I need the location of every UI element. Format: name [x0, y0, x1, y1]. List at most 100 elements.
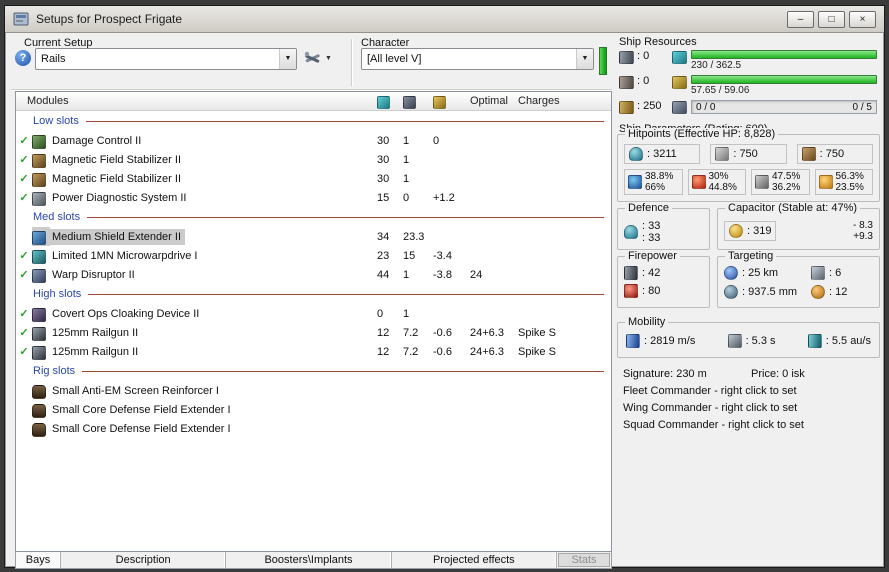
minimize-button[interactable]: – — [787, 10, 814, 28]
module-name: Covert Ops Cloaking Device II — [52, 307, 200, 320]
targeting-box: Targeting : 25 km : 6 : 937.5 mm : 12 — [717, 250, 880, 308]
module-cap: +1.2 — [433, 191, 455, 204]
scan-resolution: : 937.5 mm — [742, 286, 798, 298]
cloaking-device-icon — [32, 307, 46, 322]
shield-extender-icon — [32, 230, 46, 245]
stats-button[interactable]: Stats — [557, 553, 610, 567]
close-button[interactable]: × — [849, 10, 876, 28]
module-row[interactable]: ✓ Power Diagnostic System II 15 0 +1.2 — [16, 188, 611, 207]
module-row[interactable]: ✓ 125mm Railgun II 12 7.2 -0.6 24+6.3 Sp… — [16, 342, 611, 361]
powergrid-column-icon[interactable] — [403, 95, 416, 109]
fitted-check-icon: ✓ — [19, 346, 29, 358]
chevron-down-icon[interactable]: ▼ — [325, 55, 332, 62]
section-title: High slots — [33, 288, 82, 300]
turret-hardpoints-value: : 0 — [637, 50, 650, 62]
module-row-selected[interactable]: Medium Shield Extender II 34 23.3 — [16, 227, 611, 246]
optimal-column-header[interactable]: Optimal — [470, 95, 518, 107]
help-icon[interactable]: ? — [15, 50, 31, 66]
warp-speed: : 5.5 au/s — [825, 335, 871, 347]
module-name: Warp Disruptor II — [52, 268, 135, 281]
module-cap: -3.8 — [433, 268, 452, 281]
modules-header[interactable]: Modules Optimal Charges — [16, 92, 611, 111]
ship-resources-title: Ship Resources — [619, 36, 697, 48]
mobility-box: Mobility : 2819 m/s : 5.3 s : 5.5 au/s — [617, 316, 880, 358]
module-pg: 1 — [403, 172, 410, 185]
setup-select[interactable]: Rails ▼ — [35, 48, 297, 70]
module-row[interactable]: Small Core Defense Field Extender I — [16, 400, 611, 419]
kinetic-resist-icon — [755, 175, 769, 189]
chevron-down-icon[interactable]: ▼ — [576, 49, 593, 69]
section-high-slots: High slots — [16, 284, 611, 304]
squad-commander-setting[interactable]: Squad Commander - right click to set — [623, 419, 804, 431]
module-row[interactable]: ✓ Warp Disruptor II 44 1 -3.8 24 — [16, 265, 611, 284]
tab-projected-effects[interactable]: Projected effects — [392, 552, 557, 568]
maximize-button[interactable]: □ — [818, 10, 845, 28]
module-row[interactable]: Small Core Defense Field Extender I — [16, 419, 611, 438]
damage-control-icon — [32, 134, 46, 149]
module-cpu: 15 — [377, 191, 390, 204]
module-row[interactable]: ✓ 125mm Railgun II 12 7.2 -0.6 24+6.3 Sp… — [16, 323, 611, 342]
titlebar[interactable]: Setups for Prospect Frigate – □ × — [5, 6, 884, 33]
scan-resolution-icon — [724, 285, 738, 299]
magnetic-field-stabilizer-icon — [32, 172, 46, 187]
power-diagnostic-icon — [32, 191, 46, 206]
chevron-down-icon[interactable]: ▼ — [279, 49, 296, 69]
wing-commander-setting[interactable]: Wing Commander - right click to set — [623, 402, 797, 414]
section-title: Low slots — [33, 115, 79, 127]
armor-icon — [715, 147, 730, 161]
explosive-armor-resist: 23.5% — [835, 182, 864, 193]
capacitor-amount: : 319 — [747, 225, 772, 237]
powergrid-icon — [672, 76, 687, 89]
module-pg: 7.2 — [403, 326, 419, 339]
max-targets: : 6 — [829, 267, 842, 279]
max-targets-icon — [811, 266, 825, 280]
thermal-armor-resist: 44.8% — [708, 182, 737, 193]
capacitor-icon — [729, 224, 743, 238]
module-row[interactable]: ✓ Covert Ops Cloaking Device II 0 1 — [16, 304, 611, 323]
setup-tools-button[interactable]: ▼ — [303, 50, 332, 67]
module-name: Medium Shield Extender II — [50, 228, 186, 245]
hull-hp: : 750 — [819, 148, 845, 160]
module-cpu: 12 — [377, 345, 390, 358]
module-optimal: 24+6.3 — [470, 345, 504, 358]
character-value: [All level V] — [367, 53, 422, 65]
launcher-hardpoints-value: : 0 — [637, 75, 650, 87]
character-select[interactable]: [All level V] ▼ — [361, 48, 594, 70]
align-time-icon — [727, 334, 742, 348]
fleet-commander-setting[interactable]: Fleet Commander - right click to set — [623, 385, 797, 397]
defence-icon — [624, 225, 638, 239]
module-name: 125mm Railgun II — [52, 326, 139, 339]
volley-value: : 42 — [642, 267, 661, 279]
sensor-strength-icon — [811, 285, 825, 299]
module-row[interactable]: Small Anti-EM Screen Reinforcer I — [16, 381, 611, 400]
capacitor-amount-cell: : 319 — [724, 221, 777, 241]
module-cpu: 44 — [377, 268, 390, 281]
module-row[interactable]: ✓ Magnetic Field Stabilizer II 30 1 — [16, 169, 611, 188]
kinetic-armor-resist: 36.2% — [772, 182, 801, 193]
charges-column-header[interactable]: Charges — [518, 95, 611, 107]
rig-icon — [32, 422, 46, 437]
cpu-resource: 230 / 362.5 — [691, 50, 877, 71]
thermal-resist-cell: 30% 44.8% — [687, 169, 746, 195]
section-low-slots: Low slots — [16, 111, 611, 131]
module-row[interactable]: ✓ Magnetic Field Stabilizer II 30 1 — [16, 150, 611, 169]
tab-boosters-implants[interactable]: Boosters\Implants — [226, 552, 392, 568]
module-optimal: 24+6.3 — [470, 326, 504, 339]
fitted-check-icon: ✓ — [19, 135, 29, 147]
capacitor-box: Capacitor (Stable at: 47%) : 319 - 8.3 +9… — [717, 202, 880, 250]
tab-bays[interactable]: Bays — [16, 552, 61, 568]
tab-description[interactable]: Description — [61, 552, 227, 568]
section-rig-slots: Rig slots — [16, 361, 611, 381]
modules-column-header[interactable]: Modules — [16, 95, 377, 107]
module-row[interactable]: ✓ Damage Control II 30 1 0 — [16, 131, 611, 150]
firepower-title: Firepower — [625, 250, 680, 262]
module-name: Damage Control II — [52, 134, 142, 147]
character-skills-indicator — [599, 47, 607, 75]
price-value: Price: 0 isk — [751, 368, 805, 380]
capacitor-column-icon[interactable] — [433, 95, 446, 109]
cpu-column-icon[interactable] — [377, 95, 390, 109]
module-pg: 1 — [403, 268, 410, 281]
hitpoints-title: Hitpoints (Effective HP: 8,828) — [625, 128, 779, 140]
module-row[interactable]: ✓ Limited 1MN Microwarpdrive I 23 15 -3.… — [16, 246, 611, 265]
module-name: Small Core Defense Field Extender I — [52, 422, 231, 435]
